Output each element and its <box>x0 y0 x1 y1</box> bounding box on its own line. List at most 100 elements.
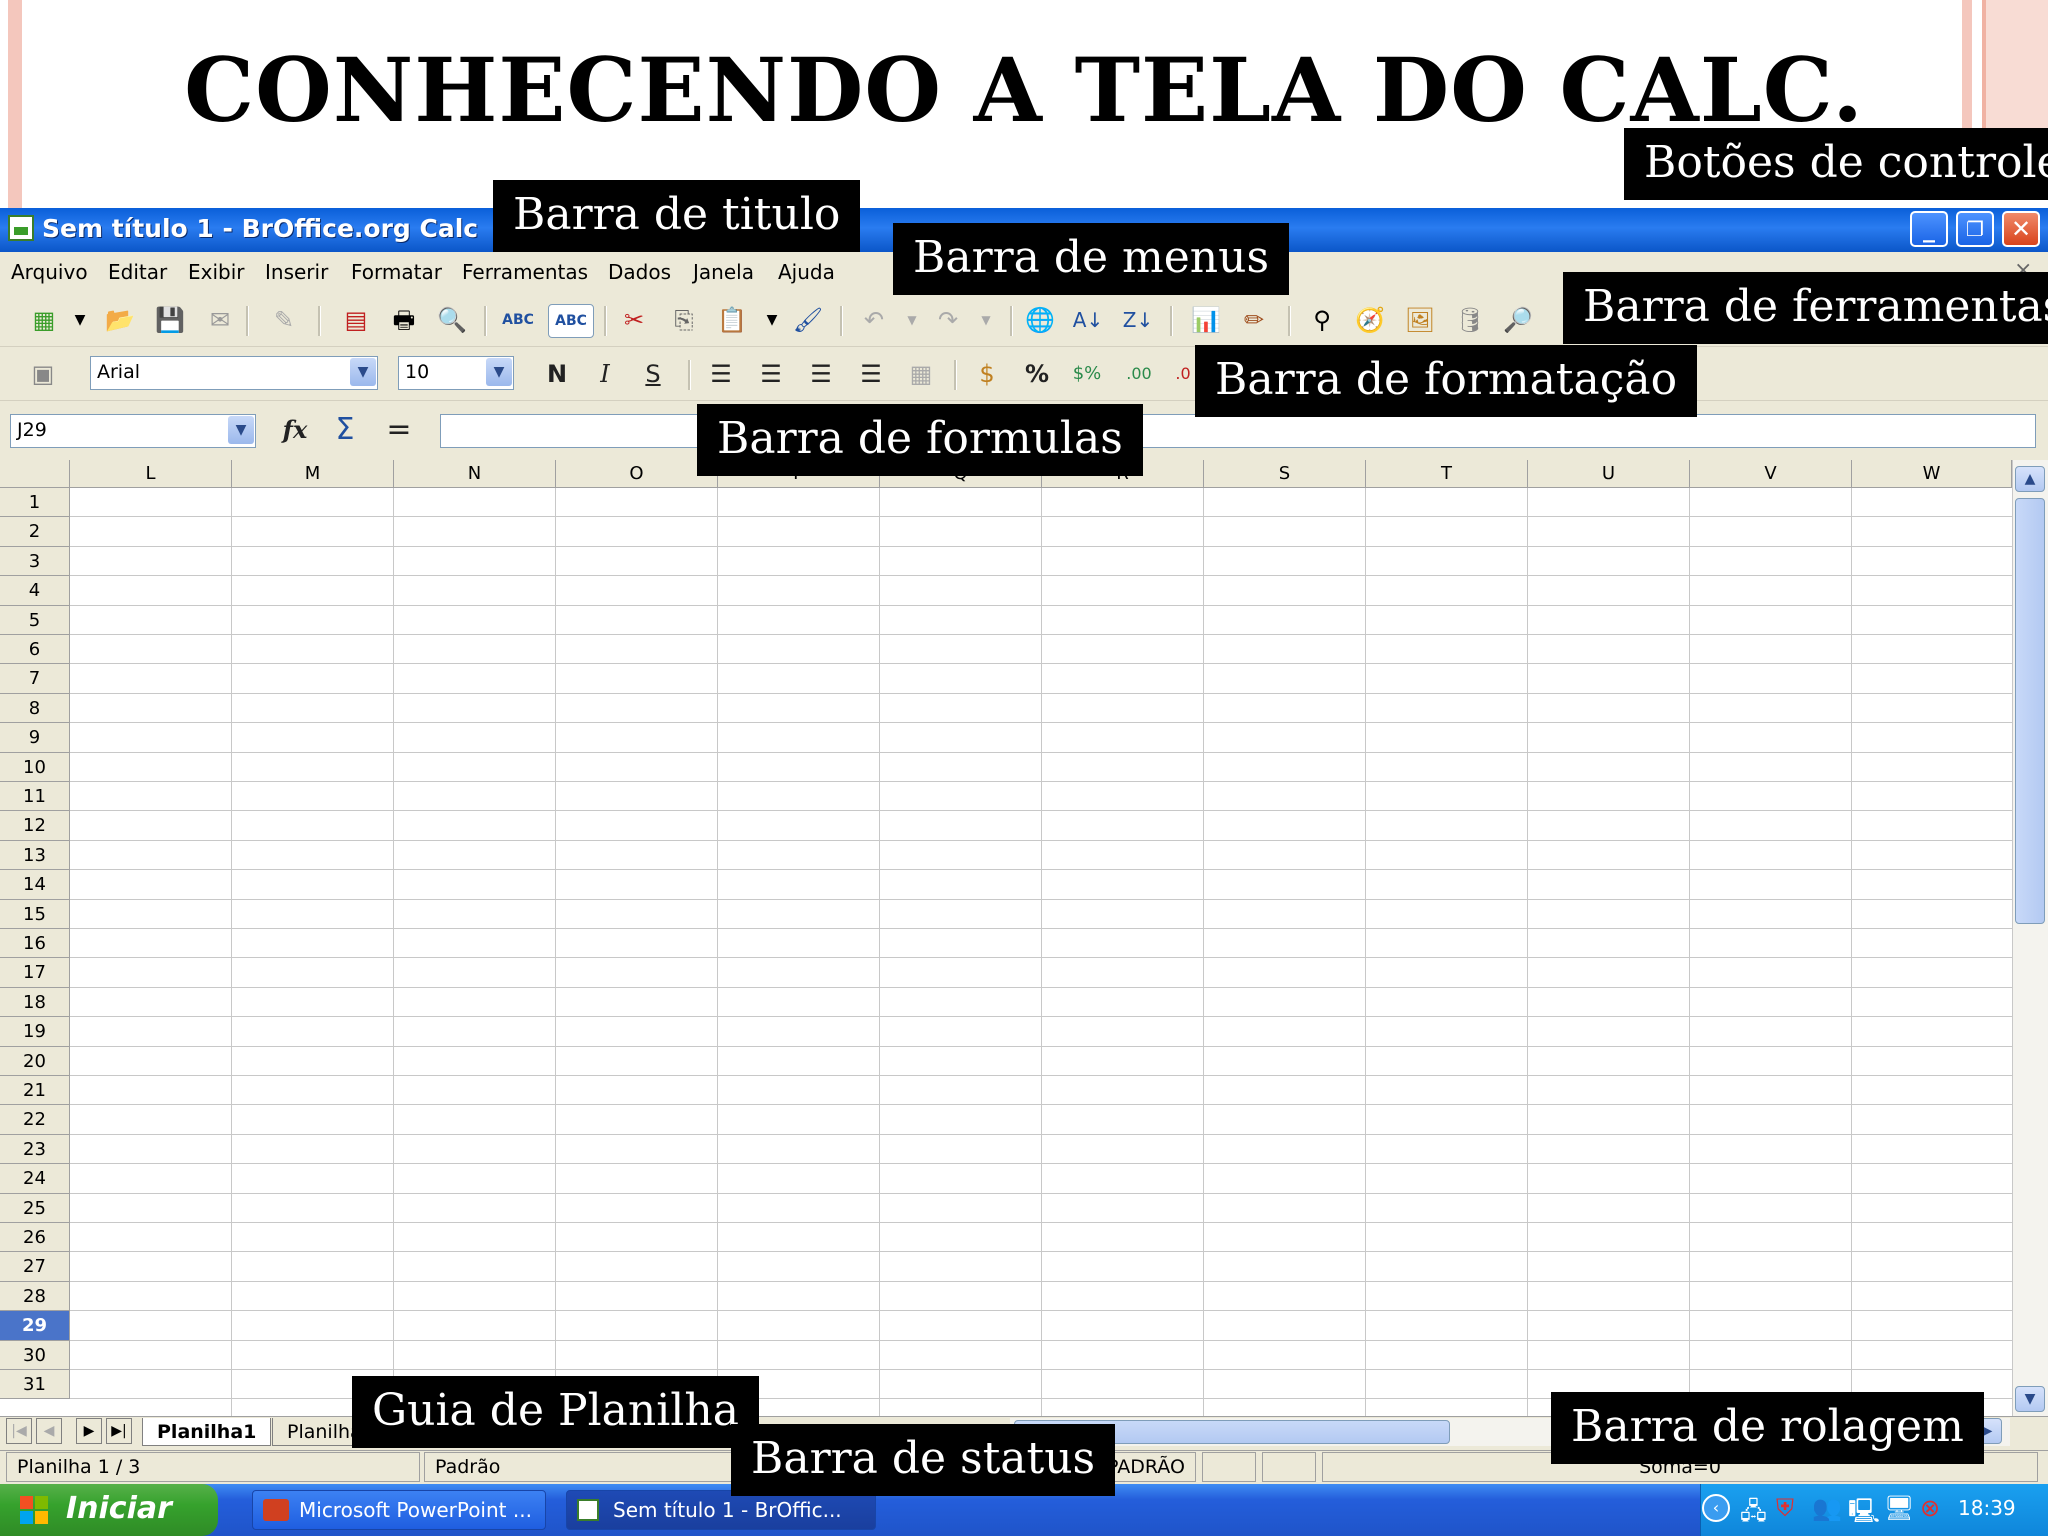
menu-inserir[interactable]: Inserir <box>265 260 328 284</box>
restore-button[interactable]: ❐ <box>1956 211 1994 247</box>
export-pdf-icon[interactable]: ▤ <box>340 304 372 336</box>
column-header-l[interactable]: L <box>70 460 232 488</box>
menu-formatar[interactable]: Formatar <box>351 260 442 284</box>
tray-connection-icon[interactable]: 🖳 <box>1848 1494 1880 1535</box>
redo-dropdown-icon[interactable]: ▼ <box>970 304 1002 336</box>
row-header-1[interactable]: 1 <box>0 488 70 518</box>
column-header-s[interactable]: S <box>1204 460 1366 488</box>
row-header-31[interactable]: 31 <box>0 1370 70 1400</box>
row-header-7[interactable]: 7 <box>0 664 70 694</box>
merge-cells-icon[interactable]: ▦ <box>904 358 938 390</box>
navigator-icon[interactable]: 🧭 <box>1354 304 1386 336</box>
open-folder-icon[interactable]: 📂 <box>104 304 136 336</box>
hyperlink-icon[interactable]: 🌐 <box>1024 304 1056 336</box>
row-header-11[interactable]: 11 <box>0 782 70 812</box>
edit-file-icon[interactable]: ✎ <box>268 304 300 336</box>
currency-format-icon[interactable]: $ <box>970 358 1004 390</box>
status-page-style[interactable]: Padrão <box>424 1452 736 1482</box>
row-header-2[interactable]: 2 <box>0 517 70 547</box>
column-header-n[interactable]: N <box>394 460 556 488</box>
align-left-icon[interactable]: ☰ <box>704 358 738 390</box>
standard-format-icon[interactable]: $% <box>1070 358 1104 390</box>
tray-computers-icon[interactable]: 🖥 <box>1884 1494 1914 1522</box>
close-button[interactable]: ✕ <box>2002 211 2040 247</box>
start-button[interactable]: Iniciar <box>0 1484 218 1536</box>
column-header-t[interactable]: T <box>1366 460 1528 488</box>
row-header-23[interactable]: 23 <box>0 1134 70 1165</box>
row-header-9[interactable]: 9 <box>0 723 70 753</box>
chevron-down-icon[interactable]: ▼ <box>228 416 254 444</box>
column-header-u[interactable]: U <box>1528 460 1690 488</box>
format-paintbrush-icon[interactable]: 🖌 <box>792 304 824 336</box>
align-center-icon[interactable]: ☰ <box>754 358 788 390</box>
tray-shield-icon[interactable]: ⛨ <box>1776 1494 1794 1522</box>
paste-icon[interactable]: 📋 <box>716 304 748 336</box>
row-header-10[interactable]: 10 <box>0 752 70 782</box>
row-header-14[interactable]: 14 <box>0 870 70 900</box>
find-replace-icon[interactable]: ⚲ <box>1306 304 1338 336</box>
row-header-5[interactable]: 5 <box>0 605 70 635</box>
formula-input[interactable] <box>440 414 2036 448</box>
print-icon[interactable]: 🖶 <box>388 304 420 336</box>
menu-ferramentas[interactable]: Ferramentas <box>462 260 588 284</box>
column-header-v[interactable]: V <box>1690 460 1852 488</box>
menu-editar[interactable]: Editar <box>108 260 167 284</box>
italic-button[interactable]: I <box>588 358 622 390</box>
row-header-21[interactable]: 21 <box>0 1076 70 1106</box>
align-right-icon[interactable]: ☰ <box>804 358 838 390</box>
row-header-17[interactable]: 17 <box>0 958 70 988</box>
tray-network-icon[interactable]: 🖧 <box>1740 1494 1767 1535</box>
menu-dados[interactable]: Dados <box>608 260 671 284</box>
minimize-button[interactable]: _ <box>1910 211 1948 247</box>
select-all-corner[interactable] <box>0 460 70 488</box>
taskbar-calc[interactable]: Sem título 1 - BrOffic... <box>566 1490 876 1530</box>
row-header-4[interactable]: 4 <box>0 576 70 606</box>
row-header-8[interactable]: 8 <box>0 693 70 724</box>
row-header-25[interactable]: 25 <box>0 1193 70 1223</box>
menu-ajuda[interactable]: Ajuda <box>778 260 835 284</box>
column-header-m[interactable]: M <box>232 460 394 488</box>
sum-button[interactable]: Σ <box>328 414 362 446</box>
email-icon[interactable]: ✉ <box>204 304 236 336</box>
first-sheet-button[interactable]: |◀ <box>6 1418 32 1444</box>
new-document-icon[interactable]: ▦ <box>28 304 60 336</box>
menu-arquivo[interactable]: Arquivo <box>11 260 88 284</box>
status-selection-mode[interactable] <box>1202 1452 1256 1482</box>
styles-formatting-icon[interactable]: ▣ <box>26 358 60 390</box>
row-header-27[interactable]: 27 <box>0 1252 70 1282</box>
row-header-15[interactable]: 15 <box>0 899 70 929</box>
menu-exibir[interactable]: Exibir <box>188 260 245 284</box>
vertical-scroll-thumb[interactable] <box>2015 498 2045 924</box>
row-header-24[interactable]: 24 <box>0 1164 70 1194</box>
tray-acrobat-icon[interactable]: ⊗ <box>1920 1494 1940 1522</box>
row-header-26[interactable]: 26 <box>0 1223 70 1253</box>
gallery-icon[interactable]: 🖼 <box>1404 304 1436 336</box>
tray-expand-icon[interactable]: ‹ <box>1702 1494 1730 1522</box>
row-header-29[interactable]: 29 <box>0 1311 70 1341</box>
last-sheet-button[interactable]: ▶| <box>106 1418 132 1444</box>
bold-button[interactable]: N <box>540 358 574 390</box>
tray-users-icon[interactable]: 👥 <box>1812 1494 1842 1522</box>
sort-ascending-icon[interactable]: A↓ <box>1072 304 1104 336</box>
autospellcheck-icon[interactable]: ABC <box>548 304 594 338</box>
spreadsheet-grid[interactable] <box>0 460 2012 1416</box>
row-header-30[interactable]: 30 <box>0 1340 70 1370</box>
calc-app-icon[interactable] <box>8 215 34 241</box>
row-header-19[interactable]: 19 <box>0 1017 70 1047</box>
undo-dropdown-icon[interactable]: ▼ <box>896 304 928 336</box>
row-header-20[interactable]: 20 <box>0 1046 70 1076</box>
scroll-down-button[interactable]: ▼ <box>2015 1386 2045 1412</box>
function-button[interactable]: = <box>382 414 416 446</box>
spellcheck-icon[interactable]: ABC <box>502 304 534 336</box>
sort-descending-icon[interactable]: Z↓ <box>1122 304 1154 336</box>
shadow-button[interactable]: S <box>636 358 670 390</box>
undo-icon[interactable]: ↶ <box>858 304 890 336</box>
column-header-w[interactable]: W <box>1852 460 2012 488</box>
row-header-22[interactable]: 22 <box>0 1105 70 1135</box>
chevron-down-icon[interactable]: ▼ <box>486 358 512 386</box>
redo-icon[interactable]: ↷ <box>932 304 964 336</box>
scroll-up-button[interactable]: ▲ <box>2015 466 2045 492</box>
row-header-16[interactable]: 16 <box>0 929 70 959</box>
function-wizard-button[interactable]: fx <box>278 414 312 446</box>
justify-icon[interactable]: ☰ <box>854 358 888 390</box>
